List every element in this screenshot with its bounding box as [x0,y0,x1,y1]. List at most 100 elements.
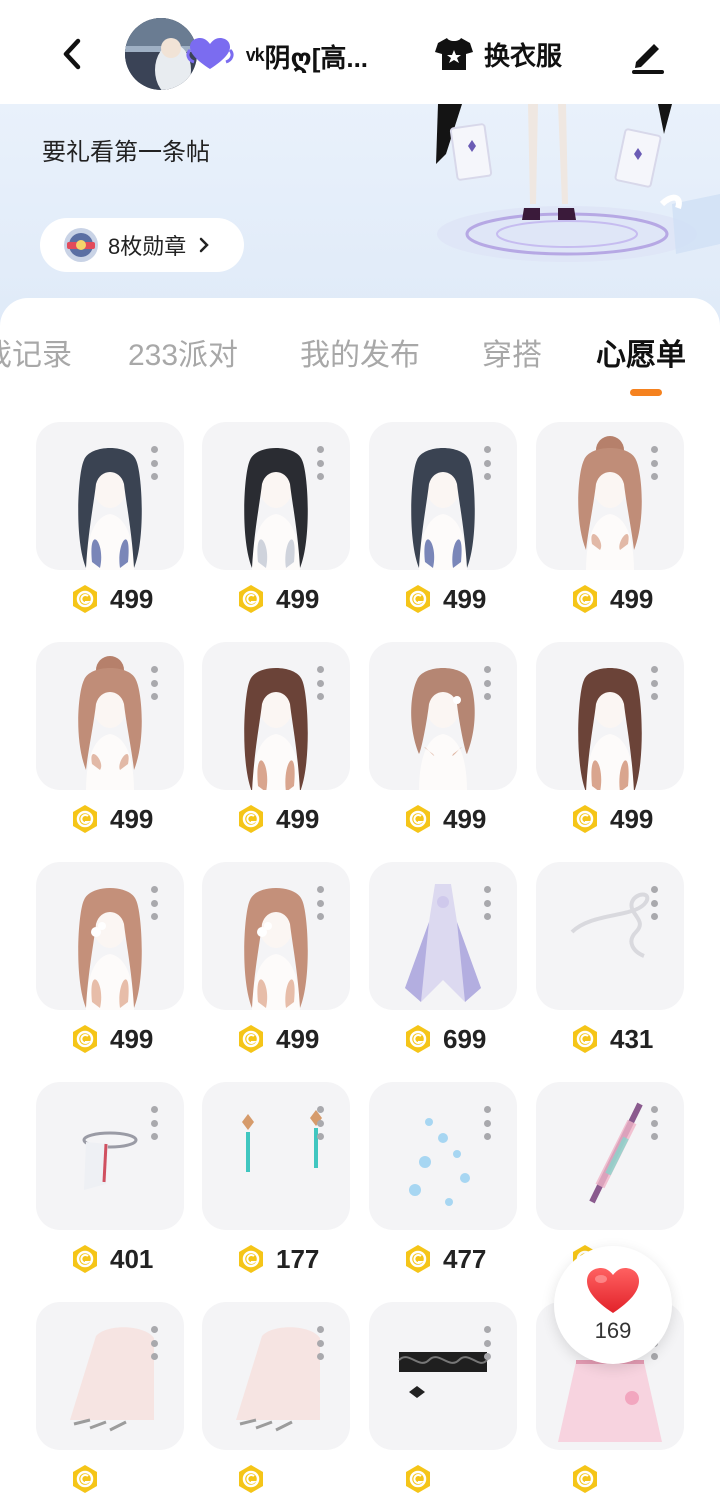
more-options-icon[interactable] [483,1106,491,1140]
coin-icon [406,805,430,833]
more-options-icon[interactable] [316,886,324,920]
more-options-icon[interactable] [316,446,324,480]
item-price-row: 499 [236,582,319,616]
wishlist-item[interactable]: 499 [36,642,184,842]
item-thumbnail[interactable] [202,1082,350,1230]
more-options-icon[interactable] [316,1106,324,1140]
wishlist-item[interactable]: 699 [369,862,517,1062]
more-options-icon[interactable] [650,1106,658,1140]
item-thumbnail[interactable] [369,1082,517,1230]
item-thumbnail[interactable] [536,1082,684,1230]
edit-profile-button[interactable] [628,34,668,74]
wishlist-item[interactable]: 499 [202,862,350,1062]
item-thumbnail[interactable] [369,862,517,1010]
tab-wishlist[interactable]: 心愿单 [596,330,686,374]
item-thumbnail[interactable] [202,1302,350,1450]
wishlist-item[interactable]: 477 [369,1082,517,1282]
username[interactable]: ᵛᵏ阴ღ[高... [246,38,368,75]
item-price-row: 431 [570,1022,653,1056]
wishlist-item[interactable]: 499 [369,422,517,622]
more-options-icon[interactable] [650,666,658,700]
more-options-icon[interactable] [483,1326,491,1360]
item-price-row: 499 [70,1022,153,1056]
more-options-icon[interactable] [316,1326,324,1360]
more-options-icon[interactable] [150,1326,158,1360]
item-price-row: 499 [236,802,319,836]
coin-icon [73,805,97,833]
wishlist-item[interactable]: 499 [202,422,350,622]
wishlist-item[interactable] [36,1302,184,1502]
item-price-row: 401 [70,1242,153,1276]
item-price-row: 499 [570,582,653,616]
wishlist-item[interactable]: 499 [536,642,684,842]
more-options-icon[interactable] [316,666,324,700]
item-thumbnail[interactable] [202,862,350,1010]
medals-button[interactable]: 8枚勋章 [40,218,244,272]
wishlist-item[interactable]: 499 [36,422,184,622]
wishlist-item[interactable]: 499 [369,642,517,842]
item-thumbnail[interactable] [369,422,517,570]
tab-233-party[interactable]: 233派对 [128,330,238,374]
tab-game-records[interactable]: 戏记录 [0,330,72,374]
item-price-row: 499 [70,802,153,836]
item-thumbnail[interactable] [202,642,350,790]
item-thumbnail[interactable] [536,422,684,570]
item-thumbnail[interactable] [536,862,684,1010]
more-options-icon[interactable] [650,446,658,480]
change-outfit-button[interactable]: 换衣服 [434,32,562,76]
item-thumbnail[interactable] [536,642,684,790]
wishlist-item[interactable]: 499 [536,422,684,622]
item-thumbnail[interactable] [369,1302,517,1450]
medals-label: 8枚勋章 [108,234,187,259]
coin-icon [406,585,430,613]
edit-pencil-icon [632,44,664,74]
item-thumbnail[interactable] [36,422,184,570]
item-price-row: 177 [236,1242,319,1276]
more-options-icon[interactable] [150,886,158,920]
more-options-icon[interactable] [650,886,658,920]
back-button[interactable] [50,32,94,76]
like-button[interactable]: 169 [554,1246,672,1364]
wishlist-item[interactable] [369,1302,517,1502]
wishlist-item[interactable]: 401 [36,1082,184,1282]
more-options-icon[interactable] [150,446,158,480]
item-thumbnail[interactable] [202,422,350,570]
item-price: 499 [110,1023,154,1054]
item-price-row: 499 [236,1022,319,1056]
item-thumbnail[interactable] [369,642,517,790]
like-count: 169 [594,1318,632,1343]
wishlist-item[interactable]: 177 [202,1082,350,1282]
coin-icon [73,1025,97,1053]
tab-my-posts[interactable]: 我的发布 [300,330,420,374]
item-thumbnail[interactable] [36,1082,184,1230]
item-price: 499 [276,583,320,614]
more-options-icon[interactable] [150,1106,158,1140]
wishlist-item[interactable]: 431 [536,862,684,1062]
coin-icon [406,1245,430,1273]
item-price: 499 [110,583,154,614]
coin-icon [406,1465,430,1493]
more-options-icon[interactable] [483,446,491,480]
tab-outfits[interactable]: 穿搭 [482,330,542,374]
more-options-icon[interactable] [483,666,491,700]
item-thumbnail[interactable] [36,1302,184,1450]
item-price: 177 [276,1243,320,1274]
chevron-left-icon [63,38,81,70]
coin-icon [239,1465,263,1493]
coin-icon [573,805,597,833]
item-price-row [570,1462,610,1496]
more-options-icon[interactable] [150,666,158,700]
wishlist-item[interactable] [202,1302,350,1502]
item-price: 477 [443,1243,487,1274]
avatar-character-preview [436,104,720,262]
wishlist-item[interactable]: 499 [36,862,184,1062]
more-options-icon[interactable] [483,886,491,920]
item-thumbnail[interactable] [36,862,184,1010]
item-thumbnail[interactable] [36,642,184,790]
coin-icon [73,1245,97,1273]
heart-icon [587,1268,639,1313]
coin-icon [239,1245,263,1273]
wishlist-item[interactable]: 499 [202,642,350,842]
item-price-row [236,1462,276,1496]
item-price: 499 [610,583,654,614]
